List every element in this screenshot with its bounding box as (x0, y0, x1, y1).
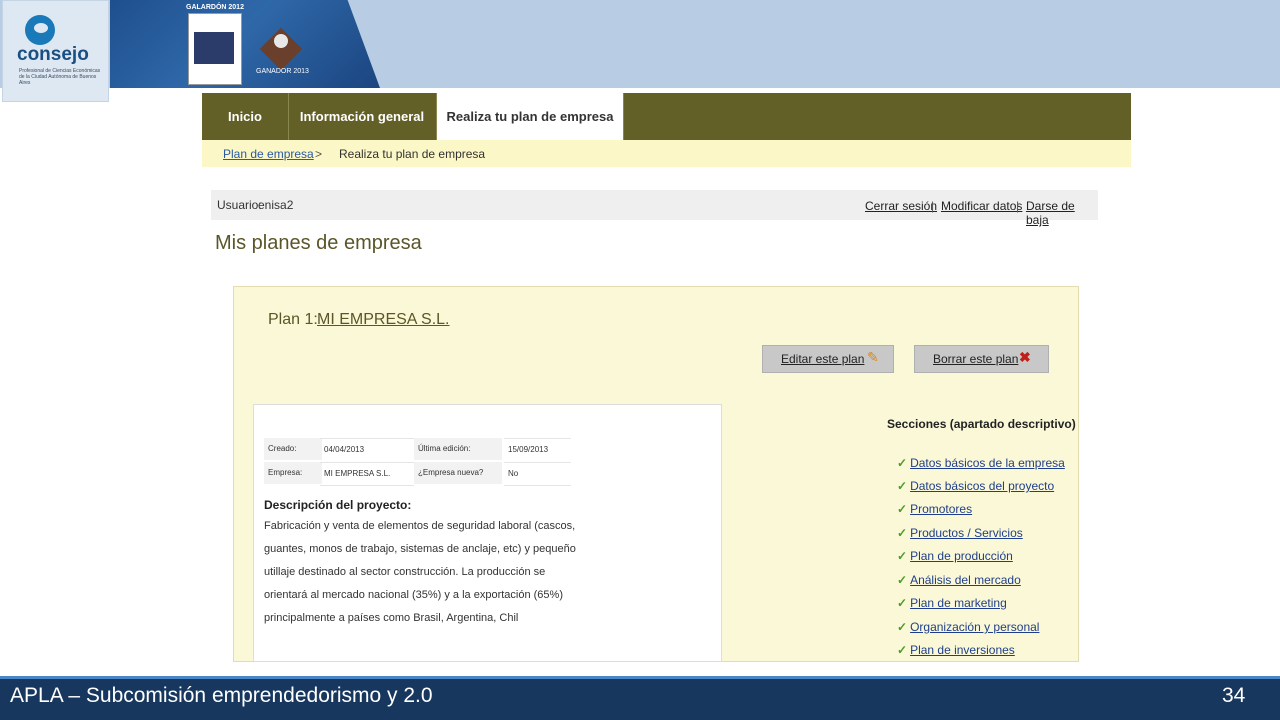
pencil-icon: ✎ (867, 349, 879, 365)
section-link-datos-empresa[interactable]: ✓ Datos básicos de la empresa (897, 456, 1065, 470)
section-link-organizacion[interactable]: ✓ Organización y personal (897, 620, 1039, 634)
delete-plan-label: Borrar este plan (933, 352, 1019, 366)
checkmark-icon: ✓ (897, 502, 908, 516)
checkmark-icon: ✓ (897, 643, 908, 657)
checkmark-icon: ✓ (897, 479, 908, 493)
edit-plan-label: Editar este plan (781, 352, 865, 366)
world-map-image (110, 0, 380, 88)
section-link-datos-proyecto[interactable]: ✓ Datos básicos del proyecto (897, 479, 1054, 493)
breadcrumb-current: Realiza tu plan de empresa (339, 147, 486, 161)
section-link-label: Organización y personal (910, 620, 1040, 634)
company-label: Empresa: (264, 462, 322, 484)
description-line: orientará al mercado nacional (35%) y a … (264, 589, 563, 601)
user-link-separator: | (1016, 199, 1020, 213)
user-label: Usuario: (217, 198, 262, 212)
section-link-mercado[interactable]: ✓ Análisis del mercado (897, 573, 1021, 587)
unsubscribe-link[interactable]: Darse de baja (1026, 199, 1098, 227)
breadcrumb: Plan de empresa > Realiza tu plan de emp… (202, 140, 1131, 167)
edit-profile-link[interactable]: Modificar datos (941, 199, 1022, 213)
checkmark-icon: ✓ (897, 456, 908, 470)
sections-title: Secciones (apartado descriptivo) (887, 417, 1076, 431)
main-navbar: Inicio Información general Realiza tu pl… (202, 93, 1131, 140)
created-value: 04/04/2013 (320, 438, 414, 461)
plan-label: Plan 1: (268, 311, 318, 328)
section-link-label: Plan de inversiones (910, 643, 1015, 657)
edited-value: 15/09/2013 (504, 438, 571, 461)
logo-subtitle: Profesional de Ciencias Económicas de la… (19, 68, 101, 86)
new-company-label: ¿Empresa nueva? (414, 462, 502, 484)
footer-text: APLA – Subcomisión emprendedorismo y 2.0 (10, 684, 433, 707)
page-title: Mis planes de empresa (215, 232, 422, 254)
award2-title: GANADOR 2013 (256, 68, 309, 75)
section-link-inversiones[interactable]: ✓ Plan de inversiones (897, 643, 1015, 657)
section-link-label: Productos / Servicios (910, 526, 1023, 540)
section-link-label: Plan de marketing (910, 596, 1007, 610)
award-card-image (188, 13, 242, 85)
section-link-label: Datos básicos del proyecto (910, 479, 1055, 493)
tab-inicio[interactable]: Inicio (202, 93, 289, 140)
tab-realiza-plan[interactable]: Realiza tu plan de empresa (437, 93, 624, 140)
section-link-marketing[interactable]: ✓ Plan de marketing (897, 596, 1007, 610)
edit-plan-button[interactable]: Editar este plan ✎ (762, 345, 894, 373)
section-link-promotores[interactable]: ✓ Promotores (897, 502, 972, 516)
section-link-produccion[interactable]: ✓ Plan de producción (897, 549, 1013, 563)
description-line: utillaje destinado al sector construcció… (264, 566, 546, 578)
slide-number: 34 (1222, 684, 1246, 707)
checkmark-icon: ✓ (897, 549, 908, 563)
description-title: Descripción del proyecto: (264, 498, 412, 512)
section-link-label: Análisis del mercado (910, 573, 1021, 587)
logo-mark-icon (25, 15, 55, 45)
tab-informacion-general[interactable]: Información general (288, 93, 437, 140)
plan-name-link[interactable]: MI EMPRESA S.L. (317, 311, 449, 329)
description-line: guantes, monos de trabajo, sistemas de a… (264, 543, 576, 555)
checkmark-icon: ✓ (897, 596, 908, 610)
checkmark-icon: ✓ (897, 573, 908, 587)
logout-link[interactable]: Cerrar sesión (865, 199, 937, 213)
delete-plan-button[interactable]: Borrar este plan ✖ (914, 345, 1049, 373)
user-name: enisa2 (258, 198, 294, 212)
edited-label: Última edición: (414, 438, 502, 460)
description-line: Fabricación y venta de elementos de segu… (264, 520, 576, 532)
description-line: principalmente a países como Brasil, Arg… (264, 612, 519, 624)
checkmark-icon: ✓ (897, 526, 908, 540)
user-link-separator: | (931, 199, 935, 213)
section-link-label: Promotores (910, 502, 973, 516)
award-emblem-icon (194, 32, 234, 64)
section-link-productos[interactable]: ✓ Productos / Servicios (897, 526, 1023, 540)
checkmark-icon: ✓ (897, 620, 908, 634)
section-link-label: Datos básicos de la empresa (910, 456, 1065, 470)
breadcrumb-link[interactable]: Plan de empresa (223, 147, 314, 161)
trophy-ball-icon (274, 34, 288, 48)
award-title: GALARDÓN 2012 (186, 4, 244, 11)
user-bar: Usuario: enisa2 Cerrar sesión | Modifica… (211, 190, 1098, 227)
created-label: Creado: (264, 438, 322, 460)
breadcrumb-separator: > (315, 147, 323, 161)
new-company-value: No (504, 462, 571, 486)
close-x-icon: ✖ (1019, 349, 1031, 365)
section-link-label: Plan de producción (910, 549, 1013, 563)
company-value: MI EMPRESA S.L. (320, 462, 414, 486)
logo-word: consejo (17, 44, 89, 65)
